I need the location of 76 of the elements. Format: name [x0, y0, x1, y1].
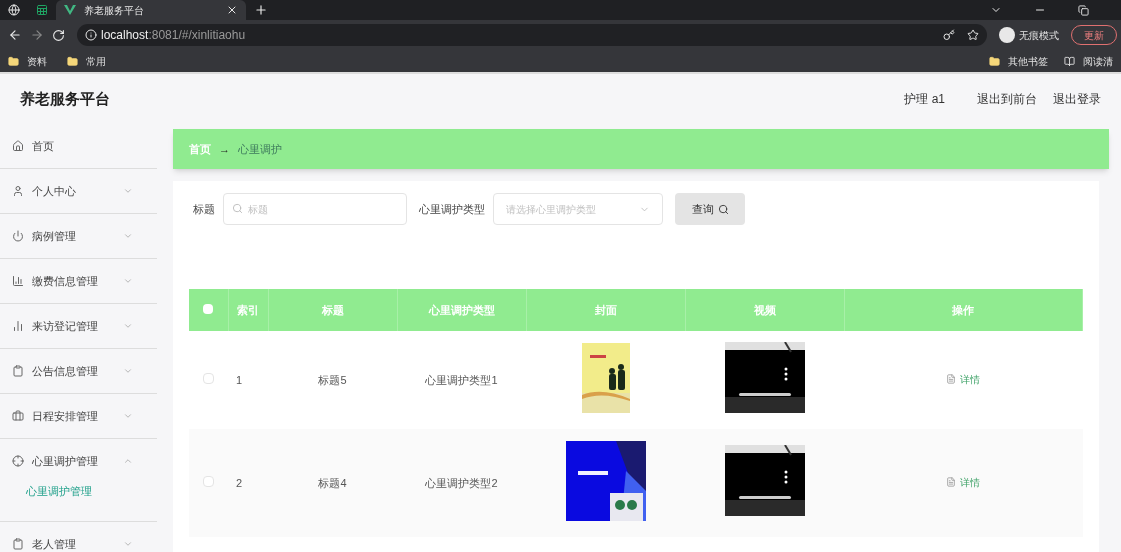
bar-chart-icon — [12, 320, 24, 332]
app-title: 养老服务平台 — [20, 88, 110, 109]
sidebar-item[interactable]: 缴费信息管理 — [0, 259, 157, 303]
sidebar-item[interactable]: 个人中心 — [0, 169, 157, 213]
bookmark[interactable]: 阅读清 — [1060, 53, 1117, 69]
bar-chart-icon — [12, 275, 24, 287]
bookmark[interactable]: 常用 — [63, 53, 110, 69]
sidebar-item[interactable]: 老人管理 — [0, 522, 157, 552]
incognito-label: 无痕模式 — [1019, 28, 1059, 43]
header-link[interactable]: 退出登录 — [1053, 90, 1101, 108]
table-cell: 标题4 — [318, 476, 347, 489]
sidebar-item[interactable]: 来访登记管理 — [0, 304, 157, 348]
forward-icon[interactable] — [30, 28, 44, 42]
reading-list-icon — [1064, 55, 1075, 67]
header-link[interactable]: 退出到前台 — [977, 90, 1037, 108]
globe-icon — [8, 4, 20, 16]
chevron-down-icon — [123, 539, 133, 549]
sheet-icon — [36, 4, 48, 16]
v-logo-icon — [64, 5, 76, 15]
chevron-down-icon — [123, 231, 133, 241]
chevron-down-icon — [123, 366, 133, 376]
sidebar-item[interactable]: 日程安排管理 — [0, 394, 157, 438]
table-cell: 心里调护类型2 — [425, 476, 498, 489]
chevron-down-icon — [123, 321, 133, 331]
chevron-down-icon — [123, 411, 133, 421]
table-cell: 标题5 — [318, 373, 347, 386]
star-icon[interactable] — [967, 29, 979, 41]
row-checkbox[interactable] — [203, 475, 214, 487]
row-checkbox[interactable] — [203, 372, 214, 384]
key-icon[interactable] — [943, 29, 955, 41]
chevron-up-icon — [123, 456, 133, 466]
close-icon[interactable] — [226, 4, 238, 16]
url-host: localhost — [101, 27, 149, 44]
sidebar-item[interactable]: 心里调护管理 — [0, 439, 157, 483]
chevron-down-icon — [123, 186, 133, 196]
browser-tab[interactable]: 养老服务平台 — [56, 0, 246, 20]
crosshair-icon — [12, 455, 24, 467]
search-icon — [717, 203, 729, 215]
breadcrumb-separator: → — [219, 141, 230, 157]
home-icon — [12, 140, 24, 152]
folder-icon — [67, 55, 78, 67]
tab-title: 养老服务平台 — [84, 3, 145, 18]
url-path: :8081/#/xinlitiaohu — [148, 27, 246, 44]
document-icon — [946, 374, 957, 384]
document-icon — [946, 477, 957, 487]
power-icon — [12, 230, 24, 242]
briefcase-icon — [12, 410, 24, 422]
query-button[interactable]: 查询 — [675, 193, 745, 225]
restore-icon[interactable] — [1078, 4, 1089, 16]
chevron-down-icon — [123, 276, 133, 286]
folder-icon — [8, 55, 19, 67]
address-bar[interactable]: localhost:8081/#/xinlitiaohu — [77, 24, 987, 46]
table-cell: 2 — [236, 476, 243, 489]
sidebar-item[interactable]: 病例管理 — [0, 214, 157, 258]
new-tab-icon[interactable] — [254, 3, 268, 17]
detail-link[interactable]: 详情 — [946, 371, 981, 387]
sidebar-item[interactable]: 首页 — [0, 124, 157, 168]
clipboard-icon — [12, 538, 24, 550]
table-cell: 1 — [236, 373, 243, 386]
sidebar-item[interactable]: 公告信息管理 — [0, 349, 157, 393]
user-name: 护理 a1 — [904, 91, 945, 108]
table-cell: 心里调护类型1 — [425, 373, 498, 386]
field-label: 心里调护类型 — [419, 201, 485, 217]
user-icon — [12, 185, 24, 197]
info-icon — [85, 29, 97, 41]
folder-icon — [989, 55, 1000, 67]
bookmark[interactable]: 其他书签 — [985, 53, 1052, 69]
incognito-icon — [999, 27, 1015, 43]
reload-icon[interactable] — [52, 28, 65, 42]
search-icon — [232, 203, 243, 214]
header-checkbox[interactable] — [203, 303, 214, 314]
field-label: 标题 — [193, 201, 215, 217]
back-icon[interactable] — [8, 28, 22, 42]
clipboard-icon — [12, 365, 24, 377]
bookmark[interactable]: 资料 — [4, 53, 51, 69]
breadcrumb-link[interactable]: 心里调护 — [238, 140, 282, 158]
